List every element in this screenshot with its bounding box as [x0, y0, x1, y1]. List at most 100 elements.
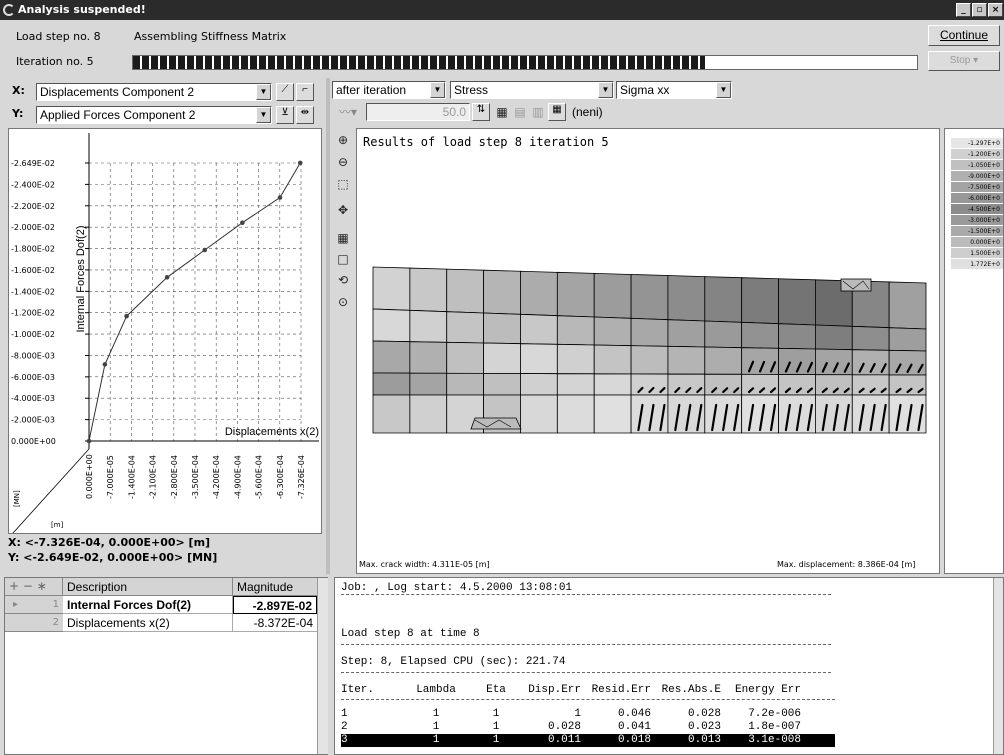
y-tick-label: -6.000E-03 — [11, 373, 55, 382]
log-cell: Eta — [486, 684, 506, 696]
y-unit-label: [MN] — [13, 490, 21, 507]
x-tick-label: 0.000E+00 — [85, 454, 94, 499]
log-cell: 1.8e-007 — [748, 721, 801, 733]
rotate-icon[interactable]: ⟲ — [335, 272, 351, 288]
scale-apply-icon[interactable]: ⇅ — [472, 103, 490, 121]
data-point[interactable] — [277, 195, 283, 200]
quantity-select[interactable]: Stress ▼ — [450, 81, 614, 99]
zoom-window-icon[interactable]: ⬚ — [335, 176, 351, 192]
mesh-element — [409, 267, 448, 313]
remove-icon[interactable]: − — [23, 579, 33, 593]
asterisk-icon[interactable]: ∗ — [37, 579, 47, 593]
mesh-element — [778, 323, 816, 350]
add-icon[interactable]: + — [9, 579, 19, 593]
select-area-icon[interactable]: ▦ — [335, 230, 351, 246]
mesh-element — [372, 394, 411, 434]
mesh-element — [667, 275, 706, 322]
log-cell: 0.013 — [687, 734, 721, 746]
select-box-icon[interactable]: □ — [335, 251, 351, 267]
component-select[interactable]: Sigma xx ▼ — [616, 81, 732, 99]
monitor-table: + − ∗ Description Magnitude ▸ 1 Internal… — [4, 577, 328, 755]
fit-x-icon[interactable]: ⇹ — [296, 106, 314, 124]
maximize-icon[interactable]: ▫ — [972, 3, 987, 17]
stop-button[interactable]: Stop ▾ — [928, 51, 1000, 71]
log-cell: 1 — [492, 708, 500, 720]
data-point[interactable] — [86, 438, 92, 444]
scale-input[interactable]: 50.0 — [366, 103, 470, 121]
close-icon[interactable]: × — [988, 3, 1003, 17]
mesh-element — [409, 309, 448, 343]
magnitude-header[interactable]: Magnitude — [233, 578, 317, 596]
calculator2-icon[interactable]: ▦ — [548, 103, 566, 121]
y-tick-label: -1.000E-02 — [11, 330, 55, 339]
fit-y-icon[interactable]: ⊻ — [276, 106, 294, 124]
mesh-element — [483, 342, 521, 374]
minimize-icon[interactable]: _ — [956, 3, 971, 17]
mesh-element — [483, 312, 521, 345]
data-point[interactable] — [240, 220, 245, 226]
results-view[interactable]: Results of load step 8 iteration 5 Max. … — [356, 128, 940, 574]
description-header[interactable]: Description — [63, 578, 233, 596]
x-tick-label: -7.000E-05 — [106, 455, 115, 499]
layout2-icon[interactable]: ▥ — [530, 104, 546, 120]
line-style-icon[interactable]: 〰▾ — [334, 104, 362, 120]
pan-icon[interactable]: ✥ — [335, 202, 351, 218]
log-row: 2 1 1 0.028 0.041 0.023 1.8e-007 — [341, 721, 835, 734]
calculator-icon[interactable]: ▦ — [494, 104, 510, 120]
mesh-element — [520, 343, 558, 375]
legend-entry: -9.000E+0 — [951, 171, 1003, 182]
chevron-down-icon: ▼ — [256, 84, 271, 100]
data-point[interactable] — [124, 313, 129, 319]
data-point[interactable] — [202, 247, 208, 253]
data-point[interactable] — [297, 160, 303, 166]
log-divider — [341, 699, 835, 700]
chevron-down-icon: ▼ — [430, 82, 445, 98]
log-scrollbar[interactable] — [993, 578, 1003, 754]
linear-scale-icon[interactable]: ⟋ — [276, 83, 294, 101]
zoom-fit-icon[interactable]: ⊙ — [335, 294, 351, 310]
y-tick-label: -1.200E-02 — [11, 309, 55, 318]
y-tick-label: 0.000E+00 — [11, 437, 56, 446]
stop-label: Stop — [949, 55, 971, 66]
log-cell: 0.041 — [617, 721, 651, 733]
log-cell: Iter. — [341, 684, 375, 696]
log-scale-icon[interactable]: ⌐ — [296, 83, 314, 101]
log-cell: 0.023 — [687, 721, 721, 733]
zoom-in-icon[interactable]: ⊕ — [335, 132, 351, 148]
neni-label: (neni) — [572, 105, 603, 119]
mesh-element — [483, 269, 521, 315]
app-icon — [3, 4, 15, 16]
mesh-element — [446, 311, 484, 344]
when-select[interactable]: after iteration ▼ — [332, 81, 446, 99]
data-point[interactable] — [102, 362, 108, 367]
data-point[interactable] — [164, 274, 170, 280]
mesh-element — [593, 316, 632, 347]
mesh-element — [704, 320, 743, 349]
mesh-element — [556, 373, 595, 396]
row-number: 1 — [52, 599, 59, 610]
row-description[interactable]: Displacements x(2) — [63, 614, 233, 632]
mesh-element — [593, 373, 632, 396]
row-magnitude[interactable]: -2.897E-02 — [233, 596, 317, 614]
mesh-element — [704, 276, 743, 323]
zoom-out-icon[interactable]: ⊖ — [335, 154, 351, 170]
y-tick-label: -2.649E-02 — [11, 159, 55, 168]
mesh-element — [409, 341, 448, 374]
continue-button[interactable]: Continue — [928, 25, 1000, 46]
y-tick-label: -2.400E-02 — [11, 180, 55, 189]
y-tick-label: -1.600E-02 — [11, 266, 55, 275]
vertical-splitter[interactable] — [326, 78, 330, 574]
log-divider — [341, 672, 831, 673]
y-tick-label: -2.200E-02 — [11, 202, 55, 211]
mesh-element — [520, 394, 558, 434]
mesh-element — [814, 324, 853, 351]
mesh-element — [741, 321, 779, 349]
chart-svg[interactable]: -2.649E-02 -2.400E-02 -2.200E-02 -2.000E-02… — [9, 129, 321, 533]
mesh-element — [556, 394, 595, 434]
row-magnitude[interactable]: -8.372E-04 — [233, 614, 317, 632]
row-description[interactable]: Internal Forces Dof(2) — [63, 596, 233, 614]
x-axis-select[interactable]: Displacements Component 2 ▼ — [36, 83, 272, 101]
table-scrollbar[interactable] — [317, 578, 328, 754]
layout-icon[interactable]: ▤ — [512, 104, 528, 120]
y-axis-select[interactable]: Applied Forces Component 2 ▼ — [36, 106, 272, 124]
